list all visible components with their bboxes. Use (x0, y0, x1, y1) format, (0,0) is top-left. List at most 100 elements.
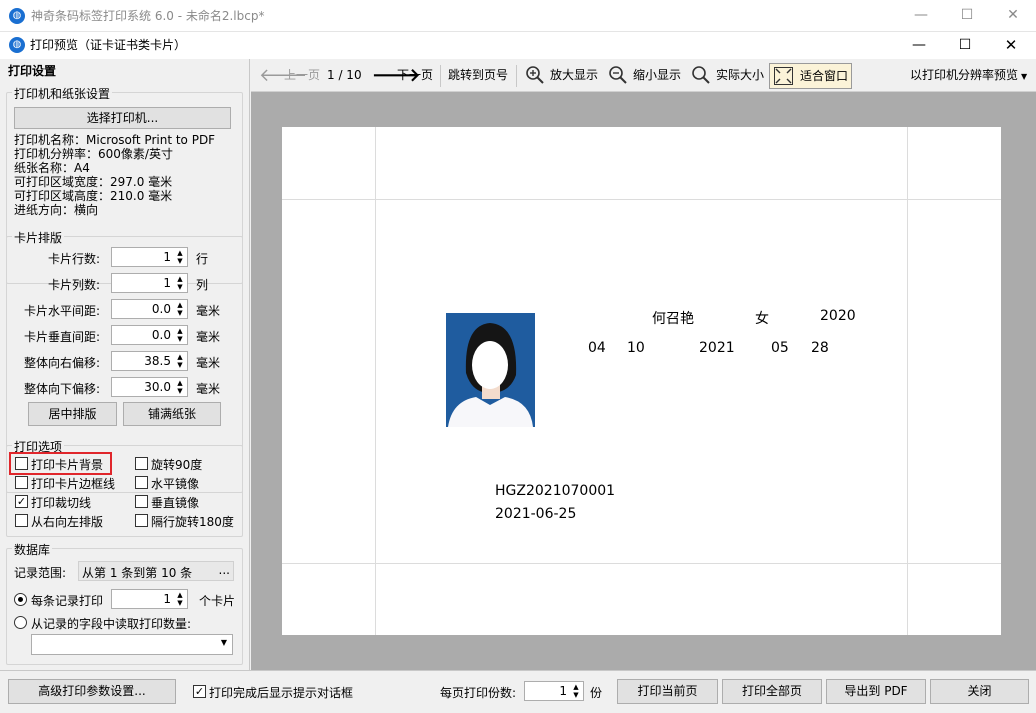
per-record-stepper[interactable]: 1 ▲ ▼ (111, 589, 188, 609)
dialog-minimize-icon[interactable]: — (896, 32, 942, 59)
layout-row-cols: 卡片列数: 1 ▲ ▼ 列 (0, 273, 250, 299)
checkbox-checked[interactable]: ✓ (15, 495, 28, 508)
close-button[interactable]: 关闭 (930, 679, 1029, 704)
checkbox[interactable] (135, 476, 148, 489)
hgap-stepper[interactable]: 0.0 ▲ ▼ (111, 299, 188, 319)
record-range-button[interactable]: ... (219, 563, 230, 577)
rows-stepper[interactable]: 1 ▲ ▼ (111, 247, 188, 267)
center-layout-button[interactable]: 居中排版 (28, 402, 117, 426)
panel-heading: 打印设置 (8, 64, 57, 78)
page-indicator: 1 / 10 (327, 68, 362, 82)
dialog-title-bar: ◍ 打印预览（证卡证书类卡片） — ☐ ✕ (0, 32, 1036, 59)
prev-page-button[interactable]: 上一页 (284, 59, 320, 92)
chevron-down-icon[interactable]: ▼ (1021, 72, 1027, 81)
right-offset-stepper[interactable]: 38.5 ▲ ▼ (111, 351, 188, 371)
per-record-unit: 个卡片 (199, 594, 236, 608)
layout-row-rows: 卡片行数: 1 ▲ ▼ 行 (0, 247, 250, 273)
spin-arrows-icon[interactable]: ▲ ▼ (175, 379, 185, 395)
card-year2: 2021 (699, 340, 735, 356)
printer-resolution-text: 打印机分辨率：600像素/英寸 (14, 147, 173, 161)
magnifier-icon[interactable] (691, 65, 711, 85)
spin-arrows-icon[interactable]: ▲ ▼ (175, 353, 185, 369)
spin-arrows-icon[interactable]: ▲ ▼ (175, 301, 185, 317)
print-current-button[interactable]: 打印当前页 (617, 679, 718, 704)
card-date: 2021-06-25 (495, 506, 577, 522)
card-month1: 04 (588, 340, 606, 356)
next-page-button[interactable]: 下一页 (397, 59, 433, 92)
database-group-label: 数据库 (12, 541, 53, 558)
fit-window-button[interactable]: 适合窗口 (769, 63, 852, 89)
dialog-maximize-icon[interactable]: ☐ (942, 32, 988, 59)
row-label: 卡片行数: (47, 252, 100, 266)
resolution-preview-dropdown[interactable]: 以打印机分辨率预览 ▼ (910, 59, 1027, 93)
printer-info: 打印机名称：Microsoft Print to PDF 打印机分辨率：600像… (14, 133, 215, 217)
app-globe-icon: ◍ (9, 37, 25, 53)
from-field-label: 从记录的字段中读取打印数量: (31, 617, 192, 631)
preview-toolbar: 🡐 上一页 1 / 10 🡒 下一页 跳转到页号 放大显示 缩小显示 实际大小 … (251, 59, 1036, 92)
spin-arrows-icon[interactable]: ▲ ▼ (571, 683, 581, 699)
dialog-close-icon[interactable]: ✕ (988, 32, 1034, 59)
record-range-label: 记录范围: (14, 566, 67, 580)
unit-label: 毫米 (196, 330, 221, 344)
unit-label: 毫米 (196, 356, 221, 370)
cut-line (282, 199, 1001, 200)
export-pdf-button[interactable]: 导出到 PDF (826, 679, 926, 704)
zoom-out-icon[interactable] (608, 65, 628, 85)
layout-row-down-offset: 整体向下偏移: 30.0 ▲ ▼ 毫米 (0, 377, 250, 403)
record-range-field[interactable]: 从第 1 条到第 10 条 ... (78, 561, 234, 581)
unit-label: 行 (196, 252, 209, 266)
cut-line (907, 127, 908, 635)
zoom-out-button[interactable]: 缩小显示 (633, 59, 681, 92)
row-label: 卡片水平间距: (23, 304, 100, 318)
printer-name-text: 打印机名称：Microsoft Print to PDF (14, 133, 216, 147)
checkbox[interactable] (15, 476, 28, 489)
spin-arrows-icon[interactable]: ▲ ▼ (175, 327, 185, 343)
fill-paper-button[interactable]: 铺满纸张 (123, 402, 221, 426)
checkbox[interactable] (15, 457, 28, 470)
cols-stepper[interactable]: 1 ▲ ▼ (111, 273, 188, 293)
advanced-settings-button[interactable]: 高级打印参数设置... (8, 679, 176, 704)
printable-height-text: 可打印区域高度：210.0 毫米 (14, 189, 173, 203)
from-field-radio[interactable] (14, 616, 27, 629)
zoom-in-icon[interactable] (525, 65, 545, 85)
field-select[interactable]: ▼ (31, 634, 233, 655)
paper-name-text: 纸张名称：A4 (14, 161, 90, 175)
spin-arrows-icon[interactable]: ▲ ▼ (175, 275, 185, 291)
row-label: 卡片列数: (47, 278, 100, 292)
layout-row-vgap: 卡片垂直间距: 0.0 ▲ ▼ 毫米 (0, 325, 250, 351)
jump-to-page-button[interactable]: 跳转到页号 (448, 59, 508, 92)
printable-width-text: 可打印区域宽度：297.0 毫米 (14, 175, 173, 189)
cut-line (375, 127, 376, 635)
copies-unit: 份 (590, 686, 603, 700)
select-printer-button[interactable]: 选择打印机... (14, 107, 231, 129)
card-name: 何召艳 (652, 311, 694, 327)
vgap-stepper[interactable]: 0.0 ▲ ▼ (111, 325, 188, 345)
minimize-icon[interactable]: — (898, 0, 944, 30)
spin-arrows-icon[interactable]: ▲ ▼ (175, 249, 185, 265)
window-title-bar: ◍ 神奇条码标签打印系统 6.0 - 未命名2.lbcp* — ☐ ✕ (0, 0, 1036, 32)
maximize-icon[interactable]: ☐ (944, 0, 990, 30)
checkbox[interactable] (135, 495, 148, 508)
app-globe-icon: ◍ (9, 8, 25, 24)
close-icon[interactable]: ✕ (990, 0, 1036, 30)
print-settings-panel: 打印设置 打印机和纸张设置 选择打印机... 打印机名称：Microsoft P… (0, 59, 250, 670)
actual-size-button[interactable]: 实际大小 (716, 59, 764, 92)
down-offset-stepper[interactable]: 30.0 ▲ ▼ (111, 377, 188, 397)
checkbox[interactable] (135, 457, 148, 470)
layout-group-label: 卡片排版 (12, 229, 65, 246)
checkbox[interactable] (135, 514, 148, 527)
print-all-button[interactable]: 打印全部页 (722, 679, 822, 704)
per-record-radio[interactable] (14, 593, 27, 606)
show-dialog-checkbox[interactable]: ✓ (193, 685, 206, 698)
checkbox[interactable] (15, 514, 28, 527)
zoom-in-button[interactable]: 放大显示 (550, 59, 598, 92)
fit-window-icon (774, 67, 793, 85)
card-month2: 05 (771, 340, 789, 356)
copies-stepper[interactable]: 1 ▲ ▼ (524, 681, 584, 701)
spin-arrows-icon[interactable]: ▲ ▼ (175, 591, 185, 607)
chevron-down-icon[interactable]: ▼ (221, 638, 227, 647)
id-photo (446, 313, 535, 427)
unit-label: 列 (196, 278, 209, 292)
window-title: 神奇条码标签打印系统 6.0 - (31, 9, 186, 23)
layout-row-right-offset: 整体向右偏移: 38.5 ▲ ▼ 毫米 (0, 351, 250, 377)
